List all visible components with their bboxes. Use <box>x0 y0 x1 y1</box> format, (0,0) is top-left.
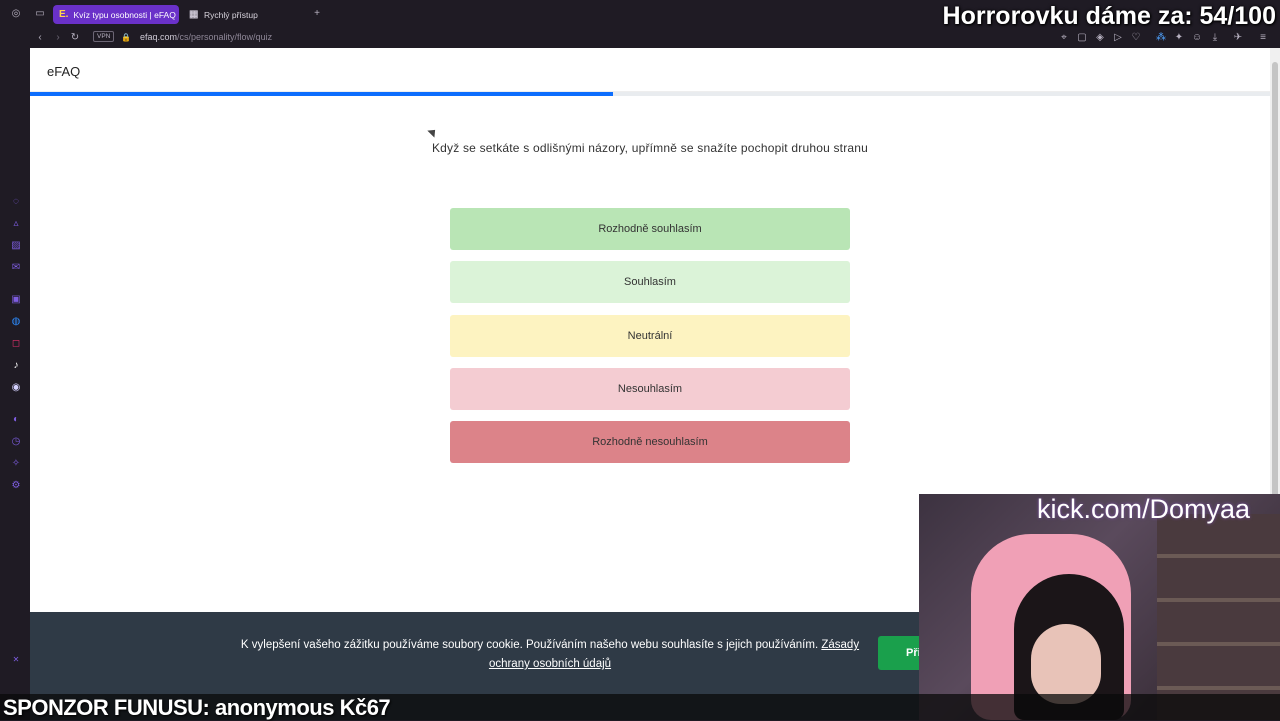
reload-icon[interactable]: ↻ <box>69 32 81 44</box>
browser-sidebar: ◌ ▵ ▨ ✉ ▣ ◍ ◻ ♪ ◉ ◐ ◷ ✧ ⚙ ✕ <box>0 48 30 720</box>
webcam-overlay: kick.com/Domyaa <box>919 494 1280 720</box>
answer-strongly-disagree[interactable]: Rozhodně nesouhlasím <box>450 421 850 463</box>
extensions-sidebar-icon[interactable]: ✧ <box>10 458 22 470</box>
answer-strongly-agree[interactable]: Rozhodně souhlasím <box>450 208 850 250</box>
answer-agree[interactable]: Souhlasím <box>450 261 850 303</box>
sponsor-ticker-text: SPONZOR FUNUSU: anonymous Kč67 <box>3 695 391 720</box>
url-field[interactable]: efaq.com/cs/personality/flow/quiz <box>140 32 272 42</box>
site-header: eFAQ <box>30 48 1270 92</box>
tab-quiz-label: Kvíz typu osobnosti | eFAQ <box>73 9 176 20</box>
efaq-favicon-icon: E. <box>59 8 69 20</box>
browser-menu-icon[interactable]: ◎ <box>10 8 22 20</box>
forward-icon[interactable]: › <box>52 32 64 44</box>
url-host: efaq.com <box>140 32 178 42</box>
history-icon[interactable]: ◷ <box>10 436 22 448</box>
site-logo[interactable]: eFAQ <box>47 64 80 79</box>
quiz-progress-bar <box>30 92 1270 96</box>
streamer-face <box>1031 624 1101 704</box>
instagram-icon[interactable]: ◻ <box>10 338 22 350</box>
quiz-question: Když se setkáte s odlišnými názory, upří… <box>431 141 869 155</box>
bookmarks-icon[interactable]: ▨ <box>10 240 22 252</box>
cookie-text: K vylepšení vašeho zážitku používáme sou… <box>225 636 875 674</box>
vpn-badge[interactable]: VPN <box>93 31 115 42</box>
tab-quick-access[interactable]: ▦ Rychlý přístup <box>183 5 303 24</box>
player-icon[interactable]: ◐ <box>10 414 22 426</box>
tab-quick-access-label: Rychlý přístup <box>204 9 258 20</box>
aria-icon[interactable]: ▵ <box>10 218 22 230</box>
back-icon[interactable]: ‹ <box>34 32 46 44</box>
stream-goal-overlay: Horrorovku dáme za: 54/100 <box>942 2 1276 30</box>
answer-disagree[interactable]: Nesouhlasím <box>450 368 850 410</box>
lock-icon[interactable]: 🔒 <box>120 32 132 44</box>
new-tab-button[interactable]: + <box>311 8 323 20</box>
url-path: /cs/personality/flow/quiz <box>177 32 273 42</box>
close-sidebar-icon[interactable]: ✕ <box>10 654 22 666</box>
answer-neutral[interactable]: Neutrální <box>450 315 850 357</box>
tab-quiz[interactable]: E. Kvíz typu osobnosti | eFAQ <box>53 5 179 24</box>
messenger-icon[interactable]: ◍ <box>10 316 22 328</box>
settings-icon[interactable]: ⚙ <box>10 480 22 492</box>
kick-channel-label: kick.com/Domyaa <box>1037 494 1251 524</box>
discord-icon[interactable]: ◉ <box>10 382 22 394</box>
mail-icon[interactable]: ✉ <box>10 262 22 274</box>
figure-shelf <box>1157 514 1280 720</box>
refresh-sidebar-icon[interactable]: ◌ <box>10 196 22 208</box>
quiz-progress-fill <box>30 92 613 96</box>
sponsor-ticker: SPONZOR FUNUSU: anonymous Kč67 <box>0 694 1280 720</box>
tiktok-icon[interactable]: ♪ <box>10 360 22 372</box>
grid-icon: ▦ <box>189 8 199 20</box>
cookie-message: K vylepšení vašeho zážitku používáme sou… <box>240 639 819 651</box>
tab-overview-icon[interactable]: ▭ <box>34 8 46 20</box>
twitch-icon[interactable]: ▣ <box>10 294 22 306</box>
